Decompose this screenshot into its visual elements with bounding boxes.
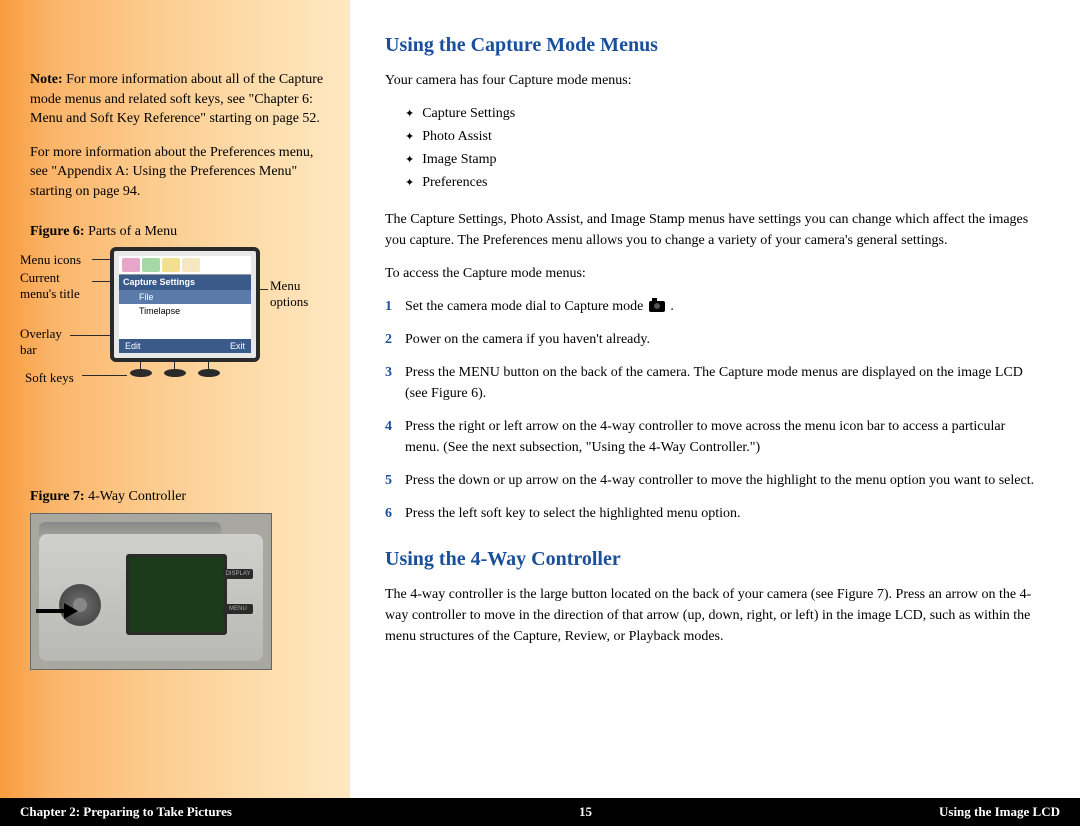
soft-key [198,369,220,377]
body-text: The 4-way controller is the large button… [385,584,1040,647]
figure-7-caption: Figure 7: 4-Way Controller [30,487,330,507]
soft-key [130,369,152,377]
menu-button: MENU [223,604,253,614]
list-item: Capture Settings [405,103,1040,124]
display-button: DISPLAY [223,569,253,579]
heading-4way: Using the 4-Way Controller [385,544,1040,574]
menu-icon [182,258,200,272]
camera-lcd [126,554,227,635]
soft-keys [130,369,220,377]
list-item: Image Stamp [405,149,1040,170]
figure-7-camera: DISPLAY MENU [30,513,272,670]
menu-icon [162,258,180,272]
step: 4Press the right or left arrow on the 4-… [385,416,1040,458]
page-footer: Chapter 2: Preparing to Take Pictures 15… [0,798,1080,826]
intro-text: Your camera has four Capture mode menus: [385,70,1040,91]
steps-list: 1Set the camera mode dial to Capture mod… [385,296,1040,524]
menu-list: Capture Settings Photo Assist Image Stam… [405,103,1040,193]
figure-6-caption: Figure 6: Parts of a Menu [30,222,330,242]
menu-icon [142,258,160,272]
menu-option: Timelapse [119,304,251,319]
figure-6-diagram: Menu icons Current menu's title Overlay … [30,247,320,407]
main-content: Using the Capture Mode Menus Your camera… [350,0,1080,798]
body-text: The Capture Settings, Photo Assist, and … [385,209,1040,251]
heading-capture-mode: Using the Capture Mode Menus [385,30,1040,60]
lcd-screen: Capture Settings File Timelapse Edit Exi… [110,247,260,362]
soft-key [164,369,186,377]
footer-page-number: 15 [579,804,592,820]
footer-section: Using the Image LCD [939,804,1060,820]
menu-title: Capture Settings [119,275,251,290]
footer-chapter: Chapter 2: Preparing to Take Pictures [20,804,232,820]
camera-icon [649,301,665,312]
note-label: Note: [30,72,63,87]
step: 1Set the camera mode dial to Capture mod… [385,296,1040,317]
overlay-bar: Edit Exit [119,339,251,354]
note-paragraph: Note: For more information about all of … [30,70,330,129]
list-item: Preferences [405,172,1040,193]
list-item: Photo Assist [405,126,1040,147]
sidebar: Note: For more information about all of … [0,0,350,798]
step: 5Press the down or up arrow on the 4-way… [385,470,1040,491]
body-text: To access the Capture mode menus: [385,263,1040,284]
step: 6Press the left soft key to select the h… [385,503,1040,524]
pointer-arrow [36,609,66,613]
label-menu-icons: Menu icons [20,251,81,269]
menu-icon [122,258,140,272]
pref-paragraph: For more information about the Preferenc… [30,143,330,202]
menu-option: File [119,290,251,305]
menu-icon-bar [119,256,251,275]
label-soft-keys: Soft keys [25,369,74,387]
step: 2Power on the camera if you haven't alre… [385,329,1040,350]
step: 3Press the MENU button on the back of th… [385,362,1040,404]
